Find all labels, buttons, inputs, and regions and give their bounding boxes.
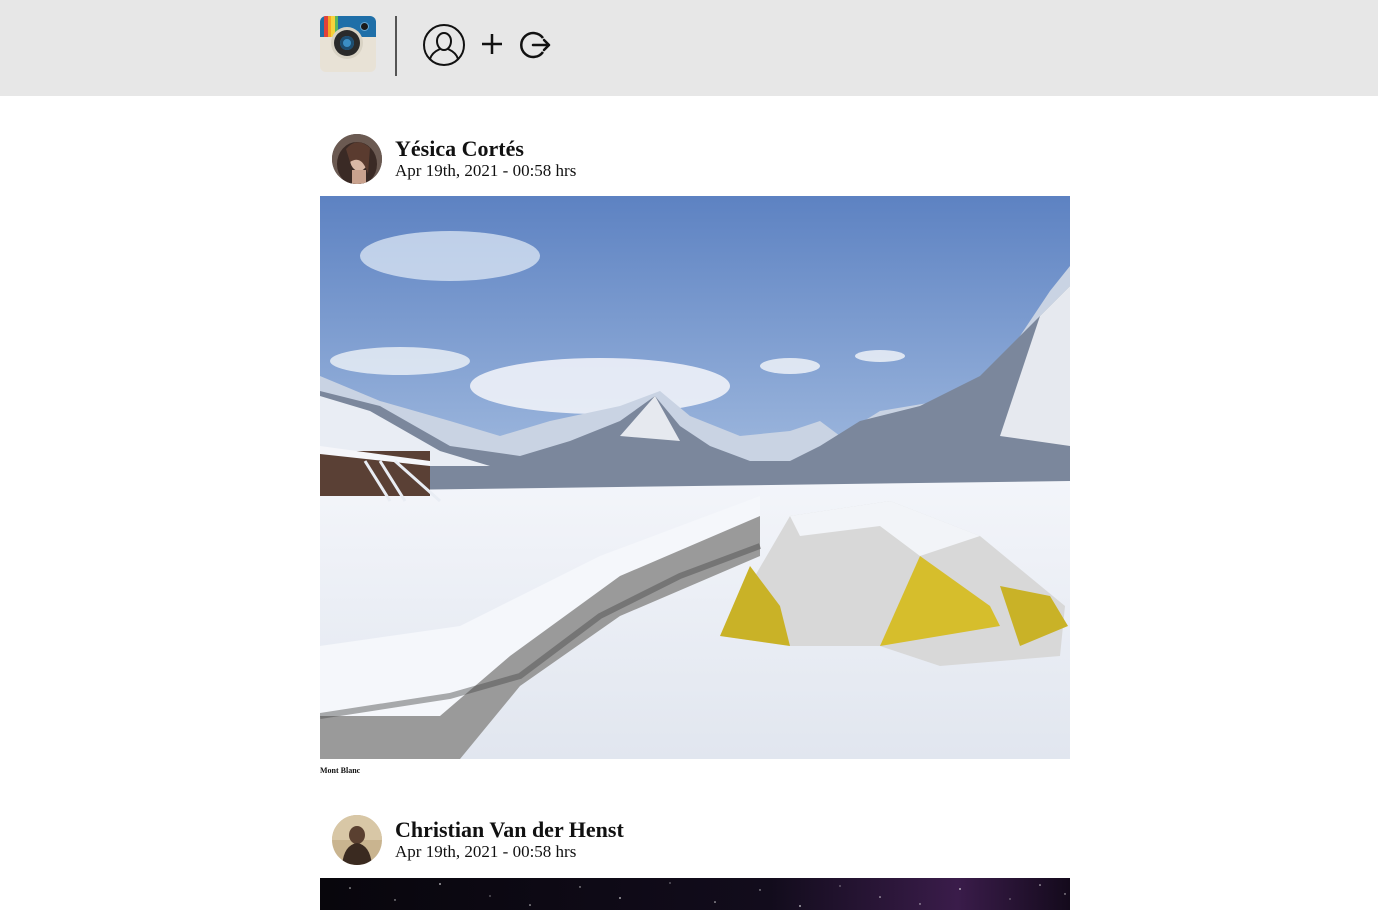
- plus-icon[interactable]: [480, 32, 504, 56]
- avatar[interactable]: [332, 815, 382, 865]
- navbar-divider: [395, 16, 397, 76]
- post-timestamp: Apr 19th, 2021 - 00:58 hrs: [395, 842, 577, 861]
- post-timestamp: Apr 19th, 2021 - 00:58 hrs: [395, 161, 577, 180]
- post-author-name[interactable]: Christian Van der Henst: [395, 817, 624, 843]
- avatar[interactable]: [332, 134, 382, 184]
- photo-caption: Mont Blanc: [320, 766, 361, 775]
- post-author-name[interactable]: Yésica Cortés: [395, 136, 524, 162]
- user-profile-icon[interactable]: [422, 23, 466, 67]
- app-logo-icon[interactable]: [320, 16, 376, 72]
- logout-icon[interactable]: [520, 29, 552, 61]
- top-navbar: [0, 0, 1378, 96]
- post-photo[interactable]: [320, 196, 1070, 759]
- post-photo[interactable]: [320, 878, 1070, 910]
